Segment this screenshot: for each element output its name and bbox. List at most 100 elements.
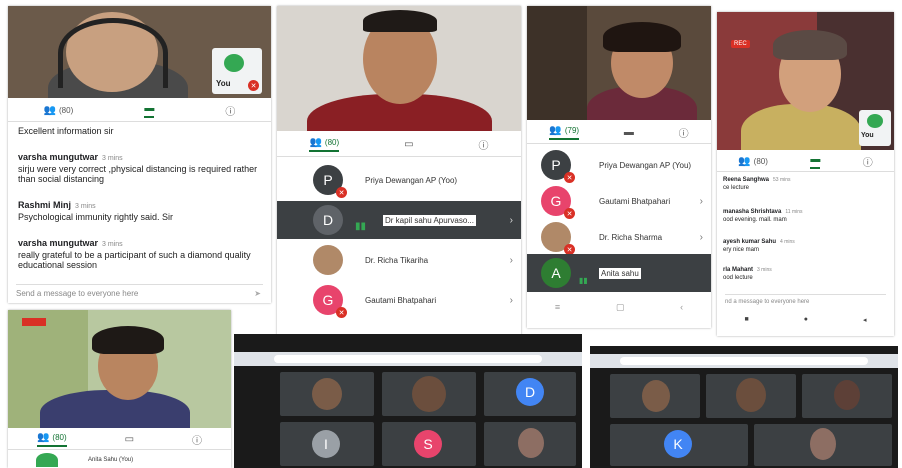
collage: You ✕ 👥 (80) ▬ ⓘ Excellent information si… xyxy=(0,0,902,468)
video-tile[interactable] xyxy=(802,374,892,418)
tab-info[interactable]: ⓘ xyxy=(679,125,689,140)
avatar-initial: S xyxy=(423,436,433,452)
video-tile[interactable] xyxy=(610,374,700,418)
nav-menu-icon[interactable]: ≡ xyxy=(555,302,560,322)
tab-chat[interactable]: ▬ xyxy=(144,103,155,118)
tab-people[interactable]: 👥 (80) xyxy=(309,137,340,152)
more-icon[interactable]: › xyxy=(510,295,513,306)
participant-name: Gautami Bhatpahari xyxy=(365,295,437,305)
more-icon[interactable]: › xyxy=(510,215,513,226)
panel-tabs: 👥 (80) ▭ ⓘ xyxy=(277,133,521,157)
mic-off-icon: ✕ xyxy=(336,307,347,318)
message-text: really grateful to be a participant of s… xyxy=(18,250,251,270)
chat-message: manasha Shrishtava 11 mins ood evening. m… xyxy=(723,208,884,224)
video-tile[interactable] xyxy=(280,372,374,416)
participant-row[interactable]: A ▮▮ Anita sahu xyxy=(527,254,711,292)
video-tile[interactable] xyxy=(484,422,576,466)
mic-off-icon: ✕ xyxy=(336,187,347,198)
participant-name: Priya Dewangan AP (You) xyxy=(599,160,692,170)
avatar-initial: D xyxy=(524,384,536,400)
participant-row[interactable]: D ▮▮ Dr kapil sahu Apurvaso... › xyxy=(277,201,521,239)
tab-info[interactable]: ⓘ xyxy=(225,103,235,118)
participant-avatar: K xyxy=(664,430,692,458)
video-tile[interactable]: S xyxy=(382,422,476,466)
laptop-meet-grid-1: D I S xyxy=(234,334,582,468)
message-text: ce lecture xyxy=(723,185,750,191)
meet-chat-panel-1: You ✕ 👥 (80) ▬ ⓘ Excellent information si… xyxy=(8,6,271,303)
tab-info[interactable]: ⓘ xyxy=(863,154,873,169)
nav-menu-icon[interactable]: ■ xyxy=(745,316,749,330)
tab-people-count: (80) xyxy=(52,433,67,442)
participant-avatar: I xyxy=(312,430,340,458)
participant-avatar: ✕ xyxy=(541,222,575,255)
nav-home-icon[interactable]: ▢ xyxy=(616,302,625,322)
present-icon: ▭ xyxy=(404,139,414,150)
avatar-initial: P xyxy=(323,172,333,188)
participant-avatar: S xyxy=(414,430,442,458)
tab-chat[interactable]: ▬ xyxy=(810,154,821,169)
participant-row[interactable]: P ✕ Priya Dewangan AP (You) xyxy=(527,146,711,184)
tab-info[interactable]: ⓘ xyxy=(479,137,489,152)
chat-input-placeholder: Send a message to everyone here xyxy=(16,289,139,298)
participant-avatar: G ✕ xyxy=(313,285,347,318)
speaker-video xyxy=(8,310,231,428)
participant-row[interactable]: G ✕ Gautami Bhatpahari › xyxy=(277,281,521,319)
rec-indicator xyxy=(22,318,46,326)
address-bar[interactable] xyxy=(274,355,542,363)
video-tile[interactable] xyxy=(382,372,476,416)
info-icon: ⓘ xyxy=(192,436,203,447)
send-icon[interactable]: ➤ xyxy=(254,289,261,298)
message-time: 3 mins xyxy=(75,203,96,210)
people-icon: 👥 xyxy=(738,156,751,167)
self-avatar xyxy=(36,453,58,467)
message-time: 3 mins xyxy=(757,267,772,273)
tab-people[interactable]: 👥 (80) xyxy=(36,432,67,447)
more-icon[interactable]: › xyxy=(700,196,703,207)
participant-avatar xyxy=(313,245,343,275)
video-tile[interactable]: D xyxy=(484,372,576,416)
self-avatar xyxy=(224,54,244,72)
chat-icon: ▬ xyxy=(810,154,821,165)
nav-back-icon[interactable]: ◂ xyxy=(863,316,867,330)
tab-people[interactable]: 👥 (79) xyxy=(549,125,580,140)
video-tile[interactable] xyxy=(706,374,796,418)
headphones xyxy=(58,18,168,88)
participant-row[interactable]: G ✕ Gautami Bhatpahari › xyxy=(527,182,711,220)
nav-back-icon[interactable]: ‹ xyxy=(680,302,683,322)
participant-face xyxy=(834,380,860,410)
participant-row[interactable]: Anita Sahu (You) xyxy=(8,452,231,468)
address-bar[interactable] xyxy=(620,357,868,365)
speaker-hair xyxy=(92,326,164,354)
tab-people[interactable]: 👥 (80) xyxy=(44,105,74,116)
chat-input[interactable]: Send a message to everyone here ➤ xyxy=(16,284,263,298)
message-author: Rashmi Minj xyxy=(18,200,72,210)
message-text: ood lecture xyxy=(723,275,753,281)
participant-row[interactable]: Dr. Richa Tikariha › xyxy=(277,241,521,279)
message-author: varsha mungutwar xyxy=(18,152,99,162)
more-icon[interactable]: › xyxy=(510,255,513,266)
chat-message: varsha mungutwar 3 mins really grateful t… xyxy=(18,238,261,270)
message-text: Psychological immunity rightly said. Sir xyxy=(18,212,174,222)
avatar-initial: G xyxy=(550,193,562,209)
tab-present[interactable]: ▭ xyxy=(404,139,413,150)
chat-input[interactable]: nd a message to everyone here xyxy=(725,294,886,305)
participant-face xyxy=(312,378,342,410)
tab-present[interactable]: ▭ xyxy=(125,434,134,445)
avatar-initial: A xyxy=(551,265,561,281)
tab-info[interactable]: ⓘ xyxy=(192,432,202,447)
participant-face xyxy=(518,428,544,458)
participant-row[interactable]: P ✕ Priya Dewangan AP (Yoo) xyxy=(277,161,521,199)
meet-people-panel-5: 👥 (80) ▭ ⓘ Anita Sahu (You) xyxy=(8,310,231,468)
nav-home-icon[interactable]: ● xyxy=(804,316,808,330)
video-tile[interactable]: K xyxy=(610,424,748,466)
tab-chat[interactable]: ▬ xyxy=(624,127,634,138)
self-tile: You xyxy=(859,110,891,146)
video-tile[interactable]: I xyxy=(280,422,374,466)
people-icon: 👥 xyxy=(309,137,322,148)
more-icon[interactable]: › xyxy=(700,232,703,243)
message-time: 3 mins xyxy=(102,241,123,248)
participant-row[interactable]: ✕ Dr. Richa Sharma › xyxy=(527,218,711,256)
video-tile[interactable] xyxy=(754,424,892,466)
info-icon: ⓘ xyxy=(478,141,489,152)
tab-people[interactable]: 👥 (80) xyxy=(738,156,768,167)
